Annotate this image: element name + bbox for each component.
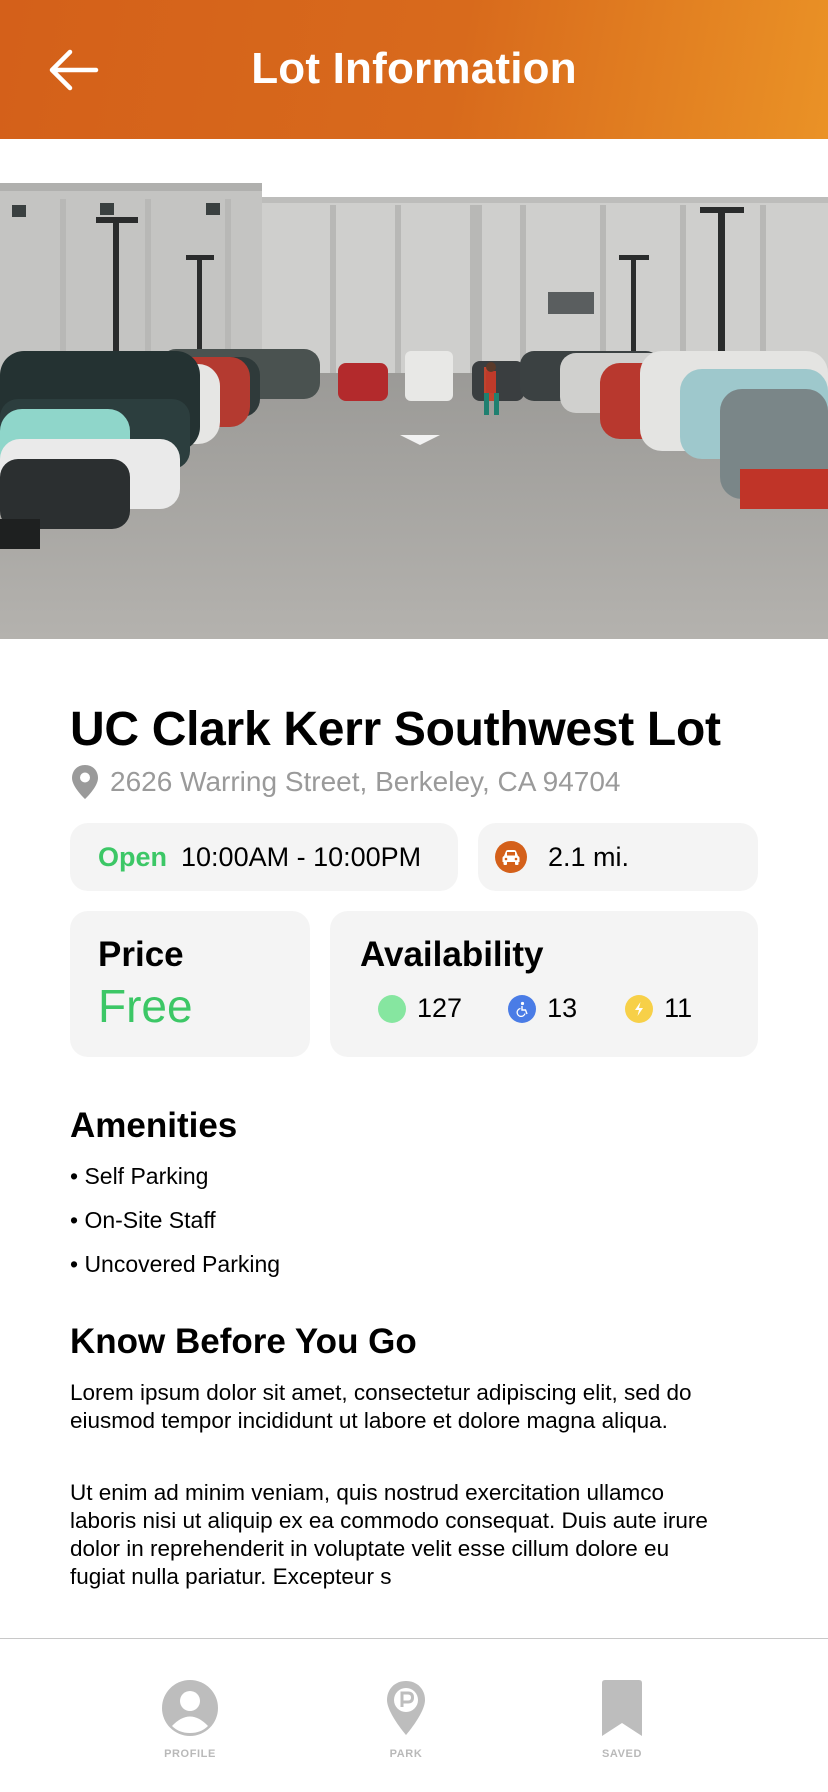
amenity-item: • On-Site Staff	[70, 1207, 216, 1233]
amenity-item: • Uncovered Parking	[70, 1251, 281, 1277]
know-paragraph-2: Ut enim ad minim veniam, quis nostrud ex…	[70, 1480, 708, 1589]
address-row: 2626 Warring Street, Berkeley, CA 94704	[70, 764, 621, 800]
amenities-title: Amenities	[70, 1106, 238, 1145]
hours-card: Open 10:00AM - 10:00PM	[70, 823, 458, 891]
hours-range: 10:00AM - 10:00PM	[181, 841, 422, 872]
lot-address: 2626 Warring Street, Berkeley, CA 94704	[110, 766, 621, 797]
know-before-title: Know Before You Go	[70, 1322, 417, 1361]
ev-charging-icon	[625, 994, 654, 1023]
price-card: Price Free	[70, 911, 310, 1057]
car-icon	[495, 841, 527, 873]
bookmark-icon	[602, 1680, 642, 1736]
price-title: Price	[98, 935, 184, 974]
ev-count: 11	[664, 993, 693, 1023]
tab-park-label: PARK	[389, 1748, 423, 1760]
standard-spot-icon	[378, 994, 406, 1023]
accessible-count: 13	[547, 993, 578, 1023]
distance-value: 2.1 mi.	[548, 841, 630, 872]
tab-saved-label: SAVED	[601, 1748, 643, 1760]
profile-icon	[162, 1680, 218, 1736]
page-title: Lot Information	[251, 44, 577, 93]
amenity-item: • Self Parking	[70, 1163, 209, 1189]
parking-lot-photo	[0, 139, 828, 639]
standard-spots: 127	[378, 993, 462, 1024]
tab-profile[interactable]: PROFILE	[130, 1679, 250, 1760]
standard-count: 127	[417, 993, 463, 1023]
bottom-tab-bar: PROFILE PARK SAVED	[0, 1638, 828, 1792]
availability-card: Availability 127 13 11	[330, 911, 758, 1057]
ev-spots: 11	[625, 993, 692, 1024]
open-status: Open	[98, 841, 168, 872]
location-pin-icon	[72, 765, 98, 799]
tab-saved[interactable]: SAVED	[562, 1679, 682, 1760]
distance-card: 2.1 mi.	[478, 823, 758, 891]
availability-counts: 127 13 11	[378, 993, 692, 1024]
accessible-icon	[508, 994, 537, 1023]
accessible-spots: 13	[508, 993, 577, 1024]
lot-name: UC Clark Kerr Southwest Lot	[70, 703, 721, 756]
app-header: Lot Information	[0, 0, 828, 139]
availability-title: Availability	[360, 935, 544, 974]
tab-profile-label: PROFILE	[164, 1748, 216, 1760]
park-pin-icon	[387, 1681, 425, 1735]
know-paragraph-1: Lorem ipsum dolor sit amet, consectetur …	[70, 1380, 692, 1433]
price-value: Free	[98, 980, 193, 1032]
tab-park[interactable]: PARK	[346, 1679, 466, 1760]
